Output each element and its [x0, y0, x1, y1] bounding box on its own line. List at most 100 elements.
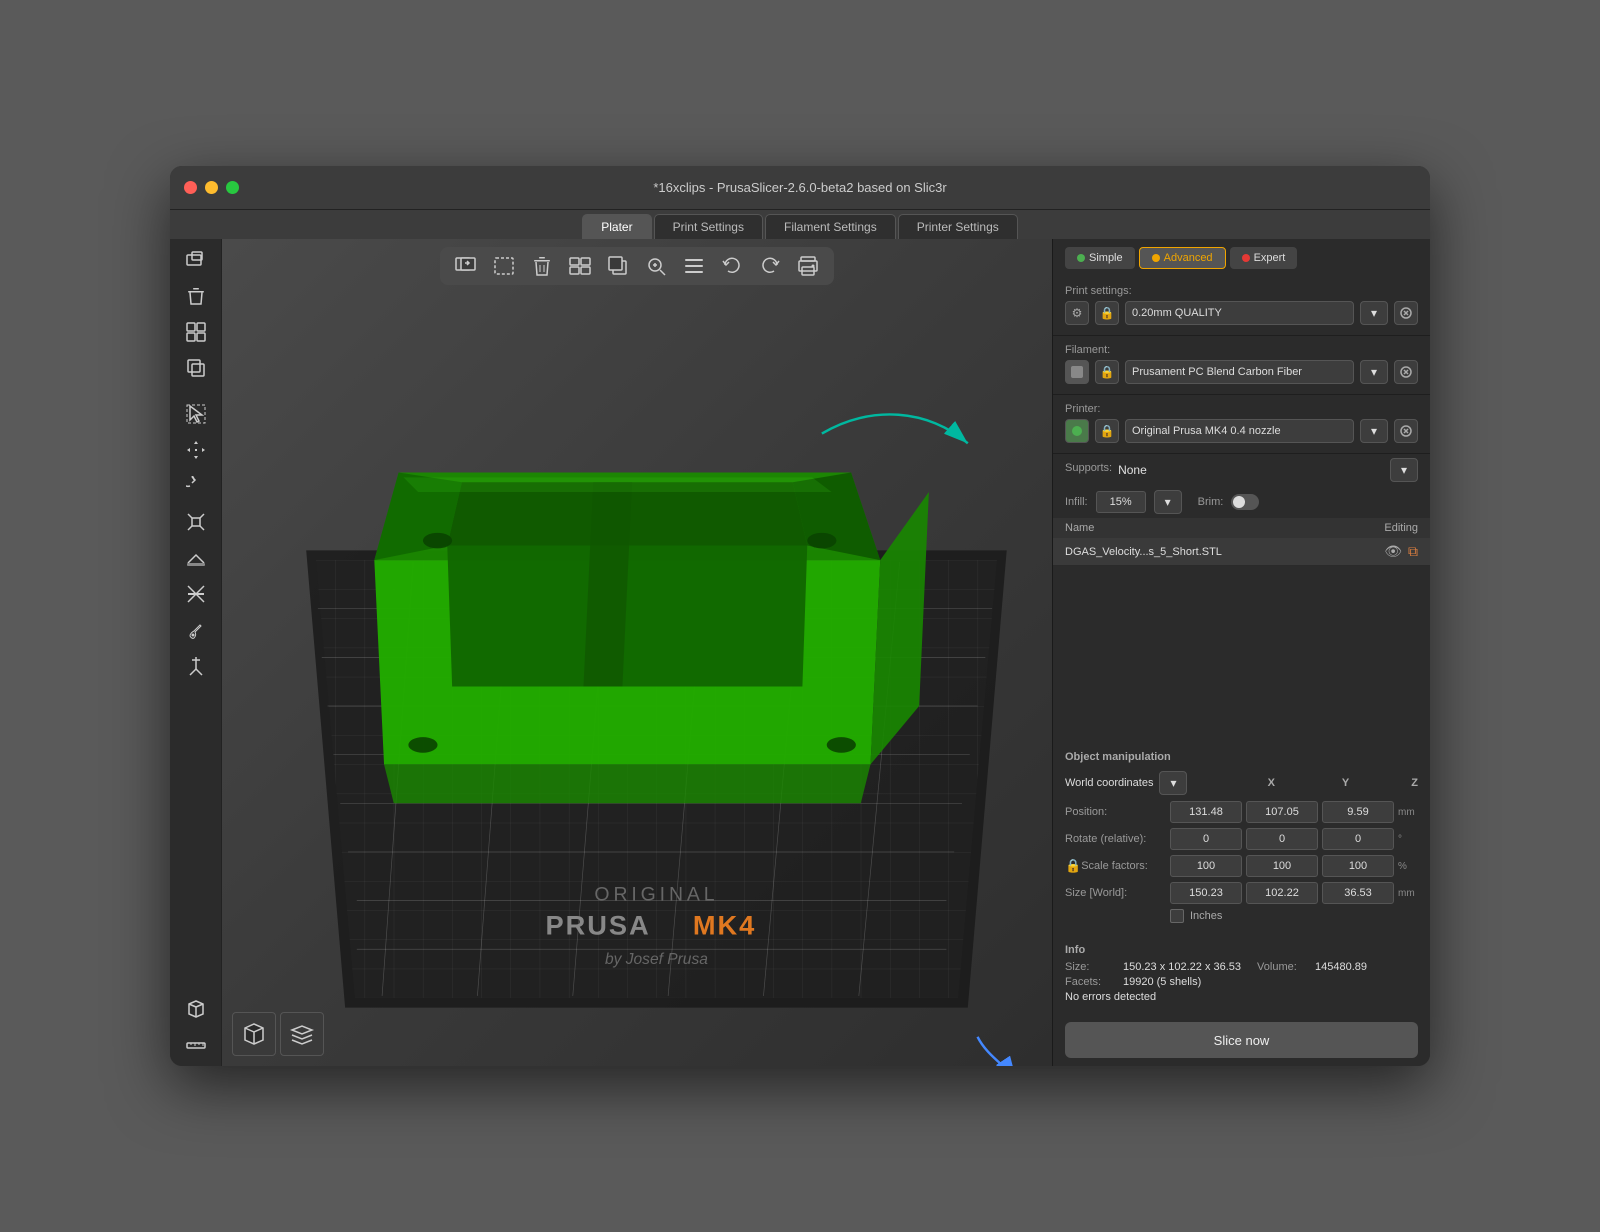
filament-label: Filament: [1065, 344, 1418, 356]
expert-dot [1242, 254, 1250, 262]
size-label: Size [World]: [1065, 887, 1170, 899]
arrange-all-button[interactable] [564, 252, 596, 280]
select-tool[interactable] [176, 397, 216, 431]
print-settings-gear[interactable]: ⚙ [1065, 301, 1089, 325]
copy-all-button[interactable] [602, 252, 634, 280]
printer-dropdown[interactable]: ▾ [1360, 419, 1388, 443]
object-edit-icon[interactable]: ⧉ [1408, 543, 1418, 560]
svg-text:ORIGINAL: ORIGINAL [594, 884, 718, 906]
undo-button[interactable] [716, 252, 748, 280]
scale-fields: 100 100 100 [1170, 855, 1394, 877]
cut-tool[interactable] [176, 577, 216, 611]
position-x[interactable]: 131.48 [1170, 801, 1242, 823]
brim-toggle-knob [1233, 496, 1245, 508]
printer-row: 🔒 Original Prusa MK4 0.4 nozzle ▾ [1065, 419, 1418, 443]
traffic-lights [184, 181, 239, 194]
advanced-dot [1152, 254, 1160, 262]
scale-lock-icon[interactable]: 🔒 [1065, 858, 1081, 874]
object-list-header: Name Editing [1053, 518, 1430, 538]
paint-tool[interactable] [176, 613, 216, 647]
minimize-button[interactable] [205, 181, 218, 194]
inches-checkbox[interactable] [1170, 909, 1184, 923]
zoom-in-button[interactable] [640, 252, 672, 280]
size-x[interactable]: 150.23 [1170, 882, 1242, 904]
expert-mode-button[interactable]: Expert [1230, 247, 1298, 269]
printer-status[interactable] [1065, 419, 1089, 443]
printer-config[interactable] [1394, 419, 1418, 443]
object-name: DGAS_Velocity...s_5_Short.STL [1065, 546, 1384, 558]
place-on-face-tool[interactable] [176, 541, 216, 575]
print-settings-value: 0.20mm QUALITY [1125, 301, 1354, 325]
filament-color[interactable] [1065, 360, 1089, 384]
ruler-tool[interactable] [176, 1028, 216, 1062]
menu-button[interactable] [678, 252, 710, 280]
tab-printer-settings[interactable]: Printer Settings [898, 214, 1018, 239]
tab-filament-settings[interactable]: Filament Settings [765, 214, 896, 239]
close-button[interactable] [184, 181, 197, 194]
scale-z[interactable]: 100 [1322, 855, 1394, 877]
size-info-val: 150.23 x 102.22 x 36.53 [1123, 961, 1241, 973]
tabs-bar: Plater Print Settings Filament Settings … [170, 210, 1430, 239]
object-list-item[interactable]: DGAS_Velocity...s_5_Short.STL 👁 ⧉ [1053, 538, 1430, 566]
layers-view-button[interactable] [280, 1012, 324, 1056]
viewport[interactable]: ORIGINAL PRUSA MK4 by Josef Prusa [222, 239, 1052, 1066]
redo-button[interactable] [754, 252, 786, 280]
position-z[interactable]: 9.59 [1322, 801, 1394, 823]
add-object-tool[interactable] [176, 243, 216, 277]
rotate-z[interactable]: 0 [1322, 828, 1394, 850]
supports-dropdown[interactable]: ▾ [1390, 458, 1418, 482]
move-tool[interactable] [176, 433, 216, 467]
print-button[interactable] [792, 252, 824, 280]
position-row: Position: 131.48 107.05 9.59 mm [1065, 801, 1418, 823]
select-all-button[interactable] [488, 252, 520, 280]
rotate-y[interactable]: 0 [1246, 828, 1318, 850]
printer-value: Original Prusa MK4 0.4 nozzle [1125, 419, 1354, 443]
3d-view-button[interactable] [232, 1012, 276, 1056]
bottom-toolbar [232, 1012, 324, 1056]
filament-config[interactable] [1394, 360, 1418, 384]
printer-label: Printer: [1065, 403, 1418, 415]
printer-lock[interactable]: 🔒 [1095, 419, 1119, 443]
print-settings-section: Print settings: ⚙ 🔒 0.20mm QUALITY ▾ [1053, 277, 1430, 336]
simple-mode-button[interactable]: Simple [1065, 247, 1135, 269]
advanced-mode-button[interactable]: Advanced [1139, 247, 1226, 269]
tab-plater[interactable]: Plater [582, 214, 651, 239]
rotate-tool[interactable] [176, 469, 216, 503]
scale-tool[interactable] [176, 505, 216, 539]
print-settings-dropdown[interactable]: ▾ [1360, 301, 1388, 325]
brim-toggle[interactable] [1231, 494, 1259, 510]
filament-lock[interactable]: 🔒 [1095, 360, 1119, 384]
maximize-button[interactable] [226, 181, 239, 194]
object-eye-icon[interactable]: 👁 [1384, 543, 1402, 560]
slice-now-button[interactable]: Slice now [1065, 1022, 1418, 1058]
world-coords-dropdown[interactable]: ▾ [1159, 771, 1187, 795]
import-button[interactable] [450, 252, 482, 280]
delete-tool[interactable] [176, 279, 216, 313]
tab-print-settings[interactable]: Print Settings [654, 214, 763, 239]
volume-info-val: 145480.89 [1315, 961, 1367, 973]
3d-scene: ORIGINAL PRUSA MK4 by Josef Prusa [222, 239, 1052, 1066]
support-tool[interactable] [176, 649, 216, 683]
infill-dropdown[interactable]: ▾ [1154, 490, 1182, 514]
facets-info-row: Facets: 19920 (5 shells) [1065, 976, 1418, 988]
print-settings-config[interactable] [1394, 301, 1418, 325]
size-y[interactable]: 102.22 [1246, 882, 1318, 904]
scale-y[interactable]: 100 [1246, 855, 1318, 877]
titlebar: *16xclips - PrusaSlicer-2.6.0-beta2 base… [170, 166, 1430, 210]
info-title: Info [1065, 944, 1418, 956]
copy-tool[interactable] [176, 351, 216, 385]
print-settings-lock[interactable]: 🔒 [1095, 301, 1119, 325]
arrange-tool[interactable] [176, 315, 216, 349]
z-header: Z [1411, 777, 1418, 789]
scale-x[interactable]: 100 [1170, 855, 1242, 877]
simple-dot [1077, 254, 1085, 262]
size-z[interactable]: 36.53 [1322, 882, 1394, 904]
filament-dropdown[interactable]: ▾ [1360, 360, 1388, 384]
position-y[interactable]: 107.05 [1246, 801, 1318, 823]
delete-all-button[interactable] [526, 252, 558, 280]
rotate-x[interactable]: 0 [1170, 828, 1242, 850]
infill-value[interactable]: 15% [1096, 491, 1146, 513]
3d-view-tool[interactable] [176, 992, 216, 1026]
filament-value: Prusament PC Blend Carbon Fiber [1125, 360, 1354, 384]
facets-info-key: Facets: [1065, 976, 1115, 988]
